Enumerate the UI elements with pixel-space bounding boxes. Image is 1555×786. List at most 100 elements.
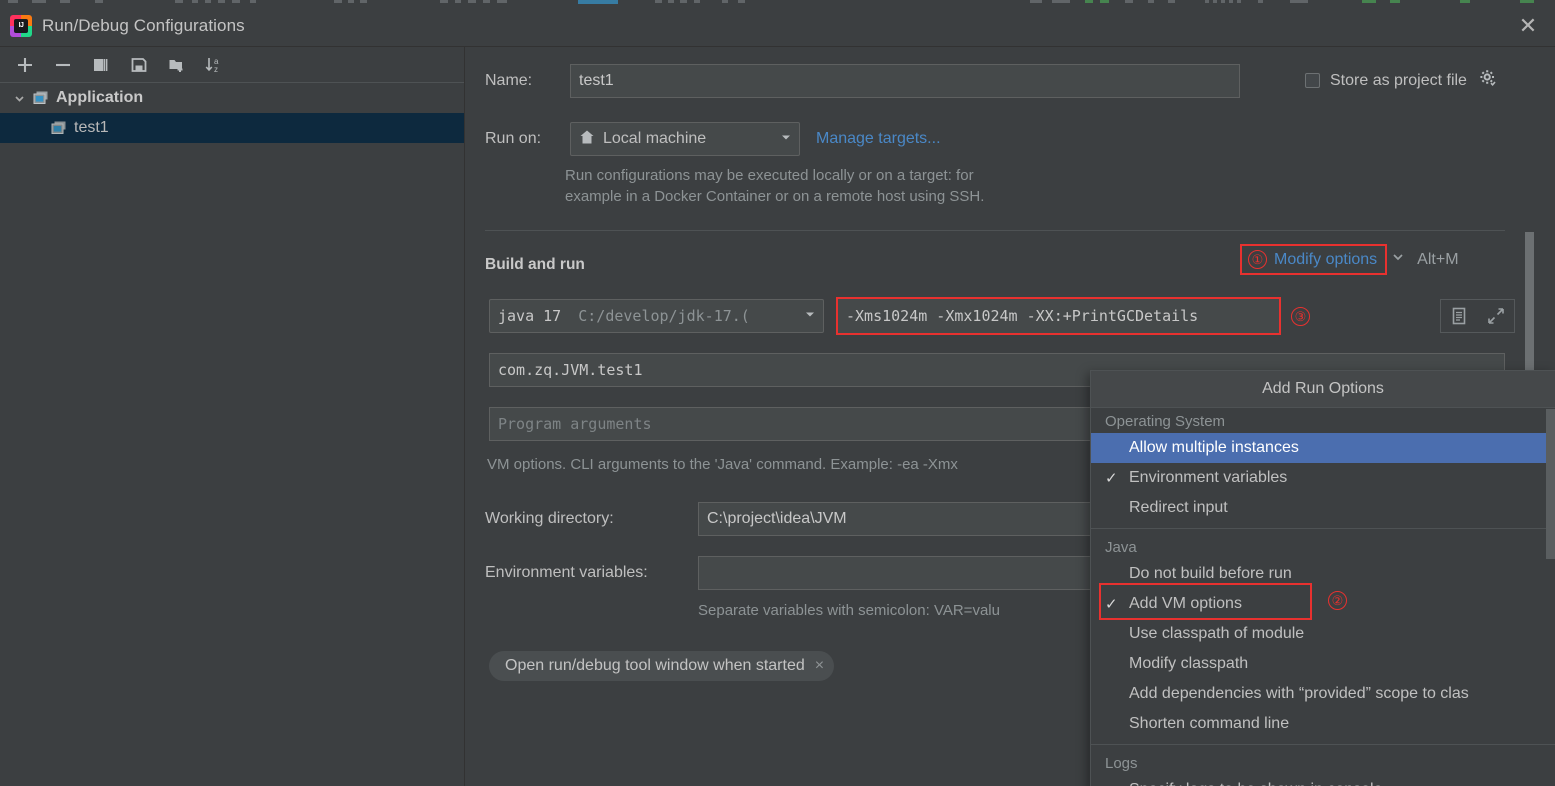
svg-text:z: z bbox=[214, 65, 218, 74]
add-configuration-button[interactable] bbox=[6, 50, 44, 80]
store-as-project-file-label: Store as project file bbox=[1330, 71, 1467, 89]
sort-az-icon: a z bbox=[205, 56, 225, 74]
menu-section-java: Java bbox=[1105, 539, 1137, 556]
sidebar-item-test1[interactable]: test1 bbox=[0, 113, 464, 143]
menu-item-use-classpath-of-module[interactable]: Use classpath of module bbox=[1091, 619, 1555, 649]
intellij-idea-logo-icon: IJ bbox=[10, 14, 32, 37]
expand-editor-icon[interactable] bbox=[1482, 302, 1510, 330]
menu-item-label: Environment variables bbox=[1129, 469, 1288, 486]
modify-options-shortcut: Alt+M bbox=[1417, 251, 1459, 268]
intellij-logo-text: IJ bbox=[14, 18, 28, 33]
menu-section-logs: Logs bbox=[1105, 755, 1138, 772]
store-as-project-file-row[interactable]: Store as project file bbox=[1305, 69, 1497, 92]
jre-select[interactable]: java 17 C:/develop/jdk-17.( bbox=[489, 299, 824, 333]
modify-options-link[interactable]: Modify options bbox=[1274, 251, 1377, 269]
annotation-marker-1: ① bbox=[1248, 250, 1267, 269]
add-run-options-popup: Add Run Options Operating System Allow m… bbox=[1090, 370, 1555, 786]
menu-item-label: Redirect input bbox=[1129, 499, 1228, 516]
sidebar-toolbar: a z bbox=[0, 47, 464, 83]
popup-title: Add Run Options bbox=[1091, 371, 1555, 408]
menu-item-shorten-command-line[interactable]: Shorten command line bbox=[1091, 709, 1555, 739]
gear-icon[interactable] bbox=[1479, 69, 1497, 92]
sidebar-item-label: test1 bbox=[74, 119, 109, 136]
menu-item-label: Specify logs to be shown in console bbox=[1129, 781, 1382, 786]
chevron-down-icon[interactable] bbox=[1391, 250, 1405, 269]
menu-item-redirect-input[interactable]: Redirect input bbox=[1091, 493, 1555, 523]
menu-section-operating-system: Operating System bbox=[1105, 413, 1226, 430]
menu-item-label: Allow multiple instances bbox=[1129, 439, 1299, 456]
chevron-down-icon[interactable] bbox=[779, 130, 793, 149]
menu-item-label: Use classpath of module bbox=[1129, 625, 1305, 642]
save-icon bbox=[130, 56, 148, 74]
menu-item-environment-variables[interactable]: ✓ Environment variables bbox=[1091, 463, 1555, 493]
environment-variables-hint: Separate variables with semicolon: VAR=v… bbox=[698, 602, 1000, 619]
menu-item-do-not-build-before-run[interactable]: Do not build before run bbox=[1091, 559, 1555, 589]
chevron-down-icon[interactable] bbox=[803, 307, 817, 326]
menu-divider bbox=[1091, 528, 1555, 529]
vm-options-actions bbox=[1440, 299, 1515, 333]
menu-divider bbox=[1091, 744, 1555, 745]
modify-options-highlight-box: ① Modify options bbox=[1240, 244, 1388, 275]
menu-item-add-vm-options[interactable]: ✓ Add VM options bbox=[1091, 589, 1555, 619]
insert-macro-icon[interactable] bbox=[1445, 302, 1473, 330]
close-icon[interactable]: ✕ bbox=[1501, 5, 1555, 46]
menu-item-label: Shorten command line bbox=[1129, 715, 1290, 732]
run-on-value: Local machine bbox=[603, 130, 707, 147]
name-input[interactable]: test1 bbox=[570, 64, 1240, 98]
open-tool-window-chip[interactable]: Open run/debug tool window when started … bbox=[489, 651, 835, 681]
popup-scrollbar[interactable] bbox=[1546, 409, 1555, 559]
sidebar-item-application[interactable]: Application bbox=[0, 83, 464, 113]
open-tool-window-chip-label: Open run/debug tool window when started bbox=[505, 657, 805, 674]
run-on-hint-line-1: Run configurations may be executed local… bbox=[565, 167, 974, 184]
home-icon bbox=[579, 129, 595, 150]
jre-path-label: C:/develop/jdk-17.( bbox=[578, 307, 750, 325]
save-configuration-button[interactable] bbox=[120, 50, 158, 80]
copy-configuration-button[interactable] bbox=[82, 50, 120, 80]
name-row: Name: test1 bbox=[485, 64, 1240, 98]
remove-configuration-button[interactable] bbox=[44, 50, 82, 80]
environment-variables-label: Environment variables: bbox=[485, 564, 648, 581]
vm-options-input[interactable]: -Xms1024m -Xmx1024m -XX:+PrintGCDetails bbox=[836, 297, 1281, 335]
menu-item-modify-classpath[interactable]: Modify classpath bbox=[1091, 649, 1555, 679]
menu-item-specify-logs[interactable]: Specify logs to be shown in console bbox=[1091, 775, 1555, 786]
new-folder-icon bbox=[168, 56, 186, 74]
sort-configurations-button[interactable]: a z bbox=[196, 50, 234, 80]
name-label: Name: bbox=[485, 72, 533, 89]
new-folder-button[interactable] bbox=[158, 50, 196, 80]
menu-item-label: Add dependencies with “provided” scope t… bbox=[1129, 685, 1469, 702]
close-icon[interactable]: × bbox=[815, 657, 824, 675]
run-debug-configurations-window: IJ Run/Debug Configurations ✕ a z Applic… bbox=[0, 0, 1555, 786]
sidebar-item-label: Application bbox=[56, 89, 144, 106]
menu-item-allow-multiple-instances[interactable]: Allow multiple instances bbox=[1091, 433, 1555, 463]
run-on-hint-line-2: example in a Docker Container or on a re… bbox=[565, 188, 985, 205]
modify-options-row: ① Modify options Alt+M bbox=[1240, 244, 1459, 275]
plus-icon bbox=[16, 56, 34, 74]
menu-item-add-provided-dependencies[interactable]: Add dependencies with “provided” scope t… bbox=[1091, 679, 1555, 709]
configurations-sidebar: a z Application test1 bbox=[0, 47, 465, 786]
copy-icon bbox=[92, 56, 110, 74]
build-and-run-title: Build and run bbox=[485, 256, 585, 273]
minus-icon bbox=[54, 56, 72, 74]
dialog-window: IJ Run/Debug Configurations ✕ a z Applic… bbox=[0, 5, 1555, 786]
store-as-project-file-checkbox[interactable] bbox=[1305, 73, 1320, 88]
dialog-title: Run/Debug Configurations bbox=[42, 15, 245, 35]
check-icon: ✓ bbox=[1105, 470, 1118, 487]
run-on-row: Run on: Local machine Manage targets... bbox=[485, 122, 941, 156]
annotation-marker-2: ② bbox=[1328, 591, 1347, 610]
run-on-target-select[interactable]: Local machine bbox=[570, 122, 800, 156]
manage-targets-link[interactable]: Manage targets... bbox=[816, 130, 941, 148]
check-icon: ✓ bbox=[1105, 596, 1118, 613]
dialog-titlebar: IJ Run/Debug Configurations ✕ bbox=[0, 5, 1555, 47]
application-config-icon bbox=[30, 90, 52, 106]
menu-item-label: Do not build before run bbox=[1129, 565, 1292, 582]
section-divider bbox=[485, 230, 1505, 231]
run-on-label: Run on: bbox=[485, 130, 542, 147]
run-on-hint: Run configurations may be executed local… bbox=[565, 165, 1265, 207]
menu-item-label: Add VM options bbox=[1129, 595, 1242, 612]
jre-version-label: java 17 bbox=[498, 307, 562, 325]
chevron-down-icon[interactable] bbox=[8, 92, 30, 105]
menu-item-label: Modify classpath bbox=[1129, 655, 1249, 672]
application-config-icon bbox=[48, 120, 70, 136]
working-directory-label: Working directory: bbox=[485, 510, 614, 527]
annotation-marker-3: ③ bbox=[1291, 307, 1310, 326]
